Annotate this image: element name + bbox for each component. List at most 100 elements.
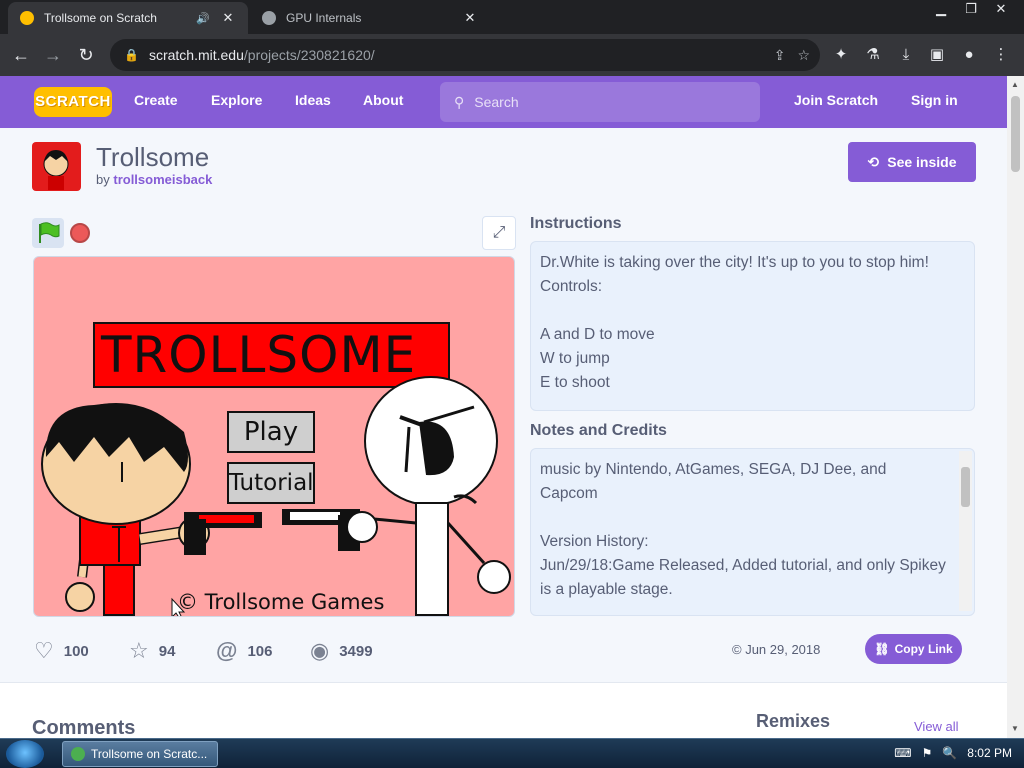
page-scrollbar[interactable]: ▲ ▼ xyxy=(1007,76,1024,738)
taskbar-item-label: Trollsome on Scratc... xyxy=(91,747,208,761)
search-input[interactable]: ⚲ Search xyxy=(440,82,760,122)
nav-ideas[interactable]: Ideas xyxy=(295,92,331,108)
project-stats: ♡ 100 ☆ 94 @ 106 ◉ 3499 © Jun 29, 2018 ⛓… xyxy=(32,632,976,668)
views-stat: ◉ 3499 xyxy=(310,638,373,664)
nav-create[interactable]: Create xyxy=(134,92,178,108)
lower-section: Comments Remixes View all xyxy=(0,682,1007,738)
keyboard-icon[interactable]: ⌨ xyxy=(894,746,911,760)
forward-arrow-icon[interactable]: → xyxy=(40,42,66,68)
page-scrollbar-thumb[interactable] xyxy=(1011,96,1020,172)
scratch-logo[interactable]: SCRATCH xyxy=(34,87,112,117)
scratch-favicon-icon xyxy=(20,11,34,25)
reload-icon[interactable]: ↻ xyxy=(73,42,99,68)
green-flag-button[interactable] xyxy=(32,218,64,248)
system-tray: ⌨ ⚑ 🔍 8:02 PM xyxy=(894,746,1012,760)
search-icon: ⚲ xyxy=(454,93,465,110)
copy-link-button[interactable]: ⛓ Copy Link xyxy=(865,634,962,664)
project-header: Trollsome by trollsomeisback ⟲ See insid… xyxy=(32,142,976,192)
lock-icon: 🔒 xyxy=(124,48,139,62)
back-arrow-icon[interactable]: ← xyxy=(8,42,34,68)
favorite-count: 94 xyxy=(158,642,176,660)
nav-about[interactable]: About xyxy=(363,92,403,108)
volume-icon[interactable]: 🔍 xyxy=(942,746,957,760)
scroll-down-icon[interactable]: ▼ xyxy=(1011,724,1019,733)
remix-arrows-icon: ⟲ xyxy=(867,153,880,170)
notes-line: Capcom xyxy=(540,485,598,502)
notes-label: Notes and Credits xyxy=(530,422,667,439)
green-flag-icon xyxy=(39,222,60,243)
globe-icon xyxy=(262,11,276,25)
browser-tab-bar: Trollsome on Scratch 🔊 ✕ GPU Internals ✕… xyxy=(0,0,1024,34)
bookmark-star-icon[interactable]: ☆ xyxy=(797,47,810,64)
see-inside-label: See inside xyxy=(887,154,957,170)
love-stat[interactable]: ♡ 100 xyxy=(34,638,89,664)
author-avatar[interactable] xyxy=(32,142,81,191)
eye-icon: ◉ xyxy=(310,638,330,663)
close-tab-icon[interactable]: ✕ xyxy=(462,10,478,26)
stage-characters xyxy=(41,376,511,616)
download-icon[interactable]: ⤓ xyxy=(893,42,919,68)
copy-link-label: Copy Link xyxy=(894,642,953,656)
nav-explore[interactable]: Explore xyxy=(211,92,262,108)
instructions-line: Controls: xyxy=(540,278,603,295)
remix-stat: @ 106 xyxy=(216,638,272,664)
author-link[interactable]: trollsomeisback xyxy=(113,172,212,187)
sign-in-link[interactable]: Sign in xyxy=(911,92,958,108)
favorite-stat[interactable]: ☆ 94 xyxy=(129,638,175,664)
restore-icon[interactable]: ❐ xyxy=(956,0,986,20)
address-bar-actions: ⇪ ☆ xyxy=(774,47,810,64)
notes-box[interactable]: music by Nintendo, AtGames, SEGA, DJ Dee… xyxy=(530,448,975,616)
instructions-line: Dr.White is taking over the city! It's u… xyxy=(540,254,929,271)
notes-scrollbar[interactable] xyxy=(959,451,972,611)
notes-scrollbar-thumb[interactable] xyxy=(961,467,970,507)
notes-line: Jun/29/18:Game Released, Added tutorial,… xyxy=(540,557,946,574)
star-icon: ☆ xyxy=(129,638,149,663)
notes-line: is a playable stage. xyxy=(540,581,673,598)
extensions-puzzle-icon[interactable]: ✦ xyxy=(828,42,854,68)
shared-date: © Jun 29, 2018 xyxy=(732,642,821,657)
windows-taskbar: Trollsome on Scratc... ⌨ ⚑ 🔍 8:02 PM xyxy=(0,738,1024,768)
tab-gpu-internals[interactable]: GPU Internals ✕ xyxy=(250,2,490,34)
see-inside-button[interactable]: ⟲ See inside xyxy=(848,142,976,182)
network-icon[interactable]: ⚑ xyxy=(922,746,933,760)
profile-avatar-icon[interactable]: ● xyxy=(956,42,982,68)
instructions-line: A and D to move xyxy=(540,326,655,343)
remix-spiral-icon: @ xyxy=(216,638,238,663)
share-icon[interactable]: ⇪ xyxy=(774,47,786,64)
url-domain: scratch.mit.edu xyxy=(148,47,244,63)
start-orb-icon[interactable] xyxy=(6,740,44,768)
address-bar[interactable]: 🔒 scratch.mit.edu /projects/230821620/ ⇪… xyxy=(110,39,820,71)
by-prefix: by xyxy=(96,172,110,187)
view-all-link[interactable]: View all xyxy=(914,719,959,734)
window-controls: ▁ ❐ ✕ xyxy=(926,0,1016,20)
heart-icon: ♡ xyxy=(34,638,54,663)
scroll-up-icon[interactable]: ▲ xyxy=(1011,80,1019,89)
audio-playing-icon[interactable]: 🔊 xyxy=(196,12,210,25)
tab-title: Trollsome on Scratch xyxy=(44,11,157,25)
player-controls: ⤢ xyxy=(32,216,516,252)
tab-trollsome[interactable]: Trollsome on Scratch 🔊 ✕ xyxy=(8,2,248,34)
stop-sign-icon[interactable] xyxy=(70,223,90,243)
notes-line: music by Nintendo, AtGames, SEGA, DJ Dee… xyxy=(540,461,887,478)
chrome-icon xyxy=(71,747,85,761)
close-tab-icon[interactable]: ✕ xyxy=(220,10,236,26)
project-stage[interactable]: TROLLSOME Play Tutorial © Trollsome Game… xyxy=(33,256,515,617)
remix-count: 106 xyxy=(247,642,273,660)
menu-kebab-icon[interactable]: ⋮ xyxy=(988,42,1014,68)
instructions-line: W to jump xyxy=(540,350,610,367)
notes-line: Version History: xyxy=(540,533,649,550)
instructions-label: Instructions xyxy=(530,215,622,232)
remixes-heading: Remixes xyxy=(756,711,831,731)
taskbar-item-chrome[interactable]: Trollsome on Scratc... xyxy=(62,741,218,767)
project-title: Trollsome xyxy=(96,142,210,172)
instructions-line xyxy=(540,299,965,323)
join-scratch-link[interactable]: Join Scratch xyxy=(794,92,878,108)
close-window-icon[interactable]: ✕ xyxy=(986,0,1016,20)
tab-title: GPU Internals xyxy=(286,11,362,25)
project-author-line: by trollsomeisback xyxy=(96,172,212,187)
labs-flask-icon[interactable]: ⚗ xyxy=(860,42,886,68)
side-panel-icon[interactable]: ▣ xyxy=(924,42,950,68)
fullscreen-icon[interactable]: ⤢ xyxy=(482,216,516,250)
clock-time[interactable]: 8:02 PM xyxy=(967,746,1012,760)
minimize-icon[interactable]: ▁ xyxy=(926,0,956,20)
